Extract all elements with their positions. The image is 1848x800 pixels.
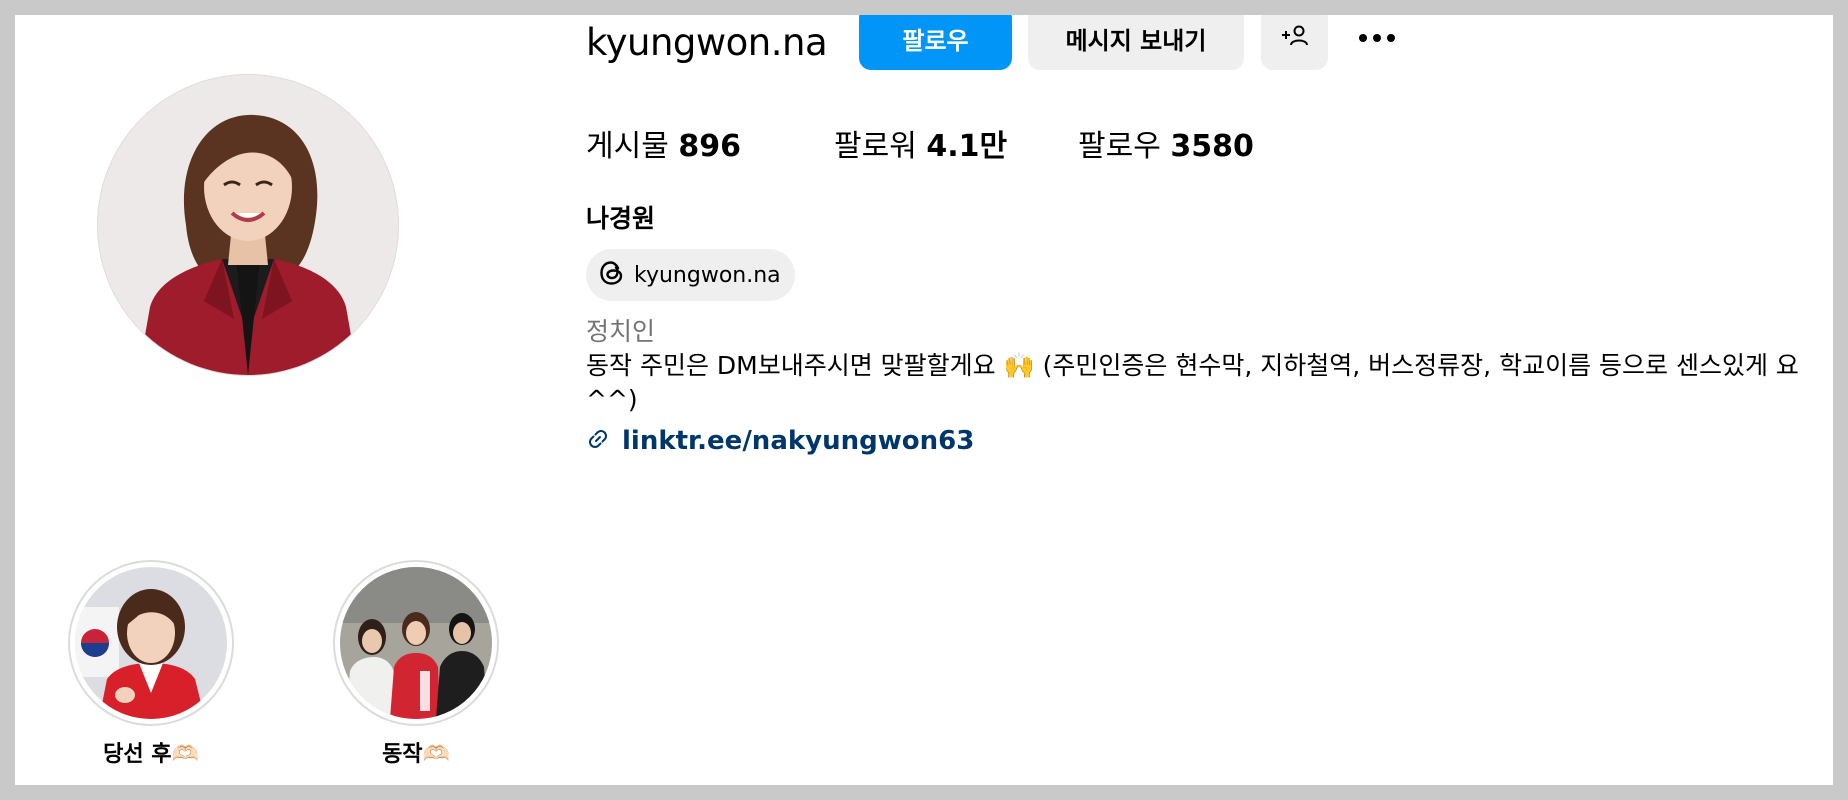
highlight-label: 당선 후🫶🏻 [103, 742, 199, 767]
following-label: 팔로우 [1078, 129, 1161, 164]
profile-bio: 동작 주민은 DM보내주시면 맞팔할게요 🙌 (주민인증은 현수막, 지하철역,… [586, 351, 1799, 414]
threads-handle: kyungwon.na [634, 262, 781, 288]
highlight-item[interactable]: 당선 후🫶🏻 [66, 560, 236, 770]
following-count[interactable]: 팔로우 3580 [1078, 127, 1254, 167]
message-button[interactable]: 메시지 보내기 [1028, 15, 1244, 70]
threads-icon [598, 259, 626, 291]
followers-label: 팔로워 [834, 129, 917, 164]
highlight-cover[interactable] [333, 560, 499, 726]
profile-full-name: 나경원 [586, 204, 656, 233]
follow-button[interactable]: 팔로우 [859, 15, 1012, 70]
profile-link-text[interactable]: linktr.ee/nakyungwon63 [622, 426, 974, 456]
more-options-button[interactable] [1352, 31, 1402, 45]
profile-link[interactable]: linktr.ee/nakyungwon63 [586, 426, 974, 456]
suggested-accounts-button[interactable] [1261, 15, 1328, 70]
highlight-cover[interactable] [68, 560, 234, 726]
posts-value: 896 [678, 129, 741, 164]
profile-username: kyungwon.na [586, 21, 828, 64]
highlight-label: 동작🫶🏻 [382, 742, 450, 767]
followers-count[interactable]: 팔로워 4.1만 [834, 127, 1007, 167]
posts-label: 게시물 [586, 129, 669, 164]
link-icon [586, 427, 610, 455]
profile-category: 정치인 [586, 317, 656, 346]
profile-avatar[interactable] [97, 74, 399, 376]
posts-count: 게시물 896 [586, 127, 741, 167]
profile-page: kyungwon.na 팔로우 메시지 보내기 게시물 896 팔로워 4.1만… [15, 15, 1833, 785]
more-options-icon [1359, 34, 1395, 42]
following-value: 3580 [1170, 129, 1254, 164]
followers-value: 4.1만 [926, 129, 1008, 164]
threads-badge[interactable]: kyungwon.na [586, 249, 795, 301]
highlight-item[interactable]: 동작🫶🏻 [331, 560, 501, 770]
person-plus-icon [1280, 23, 1310, 53]
